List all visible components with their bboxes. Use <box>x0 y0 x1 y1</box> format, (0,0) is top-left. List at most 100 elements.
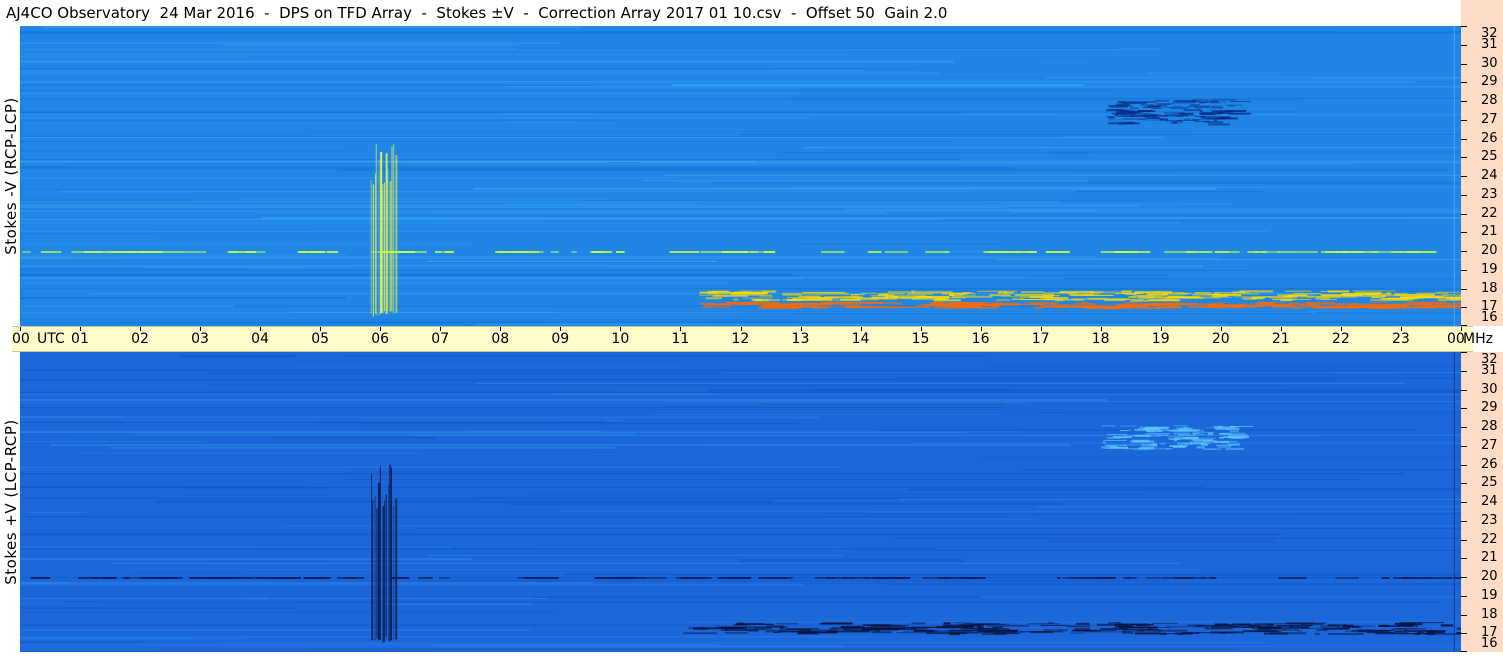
patch-segment <box>1165 106 1190 108</box>
rfi-segment <box>1062 577 1070 579</box>
freq-axis-bottom-tick-label: 27 <box>1481 437 1498 453</box>
band-segment <box>802 291 845 293</box>
rfi-segment <box>783 577 787 579</box>
texture-line <box>20 53 848 55</box>
band-segment <box>1351 630 1394 632</box>
band-segment <box>1028 623 1060 625</box>
texture-line <box>20 199 193 201</box>
utc-tick-label: 06 <box>371 331 390 347</box>
texture-line <box>20 81 1416 83</box>
band-segment <box>737 623 774 625</box>
texture-line <box>801 147 1461 149</box>
band-segment <box>1289 625 1312 627</box>
band-segment <box>1300 623 1324 625</box>
texture-line <box>20 379 1336 381</box>
band-segment <box>1112 627 1145 629</box>
utc-tick-label: 20 <box>1211 331 1230 347</box>
texture-line <box>20 319 795 321</box>
rfi-segment <box>1278 577 1307 579</box>
texture-line <box>20 205 1141 207</box>
band-segment <box>1134 291 1172 294</box>
texture-line <box>222 43 520 46</box>
texture-line <box>20 111 1297 113</box>
burst-strip <box>378 482 381 641</box>
patch-segment <box>1169 430 1173 432</box>
texture-line <box>20 98 1301 100</box>
freq-axis-bottom-tick <box>1461 633 1467 635</box>
patch-segment <box>1177 434 1197 436</box>
band-segment <box>1051 304 1070 306</box>
freq-axis-top-tick <box>1461 157 1467 159</box>
band-segment <box>1086 303 1098 306</box>
band-segment <box>1288 302 1300 304</box>
burst-strip <box>395 498 398 640</box>
texture-line <box>20 493 1145 495</box>
patch-segment <box>1137 118 1144 120</box>
patch-segment <box>1150 107 1163 109</box>
texture-line <box>1037 506 1461 508</box>
freq-axis-bottom-tick <box>1461 389 1467 391</box>
texture-line <box>209 384 1286 386</box>
band-segment <box>956 293 968 296</box>
rfi-segment <box>550 251 559 253</box>
freq-axis-top-tick <box>1461 307 1467 309</box>
texture-line <box>476 497 1164 499</box>
texture-line <box>20 136 1164 138</box>
patch-segment <box>1221 443 1227 445</box>
band-segment <box>1186 305 1228 307</box>
texture-line <box>540 219 1406 222</box>
band-segment <box>702 304 716 306</box>
band-segment <box>1414 632 1421 635</box>
band-segment <box>1257 626 1281 629</box>
texture-line <box>20 533 1282 536</box>
freq-axis-top-tick <box>1461 119 1467 121</box>
freq-axis-top-tick <box>1461 176 1467 177</box>
band-segment <box>1298 304 1305 306</box>
spectrogram-stokes-minus-v <box>20 26 1461 326</box>
patch-segment <box>1200 105 1223 107</box>
rfi-segment <box>326 251 339 253</box>
band-segment <box>875 306 917 308</box>
rfi-segment <box>40 251 62 253</box>
texture-line <box>981 596 1461 598</box>
band-segment <box>1164 297 1204 300</box>
freq-axis-bottom-tick <box>1461 445 1467 447</box>
texture-line <box>510 502 1063 505</box>
band-segment <box>807 631 838 634</box>
band-segment <box>1243 297 1257 300</box>
band-segment <box>1320 294 1363 297</box>
rfi-segment <box>749 251 775 253</box>
rfi-segment <box>721 251 747 253</box>
rfi-segment <box>514 251 544 253</box>
texture-line <box>427 260 717 263</box>
rfi-segment <box>676 577 707 579</box>
patch-segment <box>1118 122 1140 125</box>
band-segment <box>884 628 919 630</box>
utc-tick-label: 04 <box>251 331 269 347</box>
texture-line <box>268 580 574 582</box>
utc-tick-label: 01 <box>71 331 89 347</box>
bottom-margin <box>0 652 1503 672</box>
texture-line <box>20 407 1005 409</box>
band-segment <box>1177 632 1184 635</box>
rfi-segment <box>139 577 173 579</box>
band-segment <box>1236 303 1248 305</box>
band-segment <box>1047 622 1055 624</box>
patch-segment <box>1190 104 1200 107</box>
texture-line <box>20 473 1405 475</box>
texture-line <box>475 382 1406 384</box>
band-segment <box>733 291 752 294</box>
band-segment <box>1270 632 1307 635</box>
utc-tick-label: 09 <box>551 331 570 347</box>
band-segment <box>1114 624 1154 626</box>
band-segment <box>974 628 1010 631</box>
texture-line <box>20 558 472 561</box>
band-segment <box>816 297 828 299</box>
texture-line <box>980 456 1461 458</box>
texture-line <box>20 469 349 471</box>
freq-axis-bottom-tick-label: 25 <box>1481 475 1498 491</box>
rfi-segment <box>184 251 207 253</box>
texture-line <box>20 159 960 161</box>
texture-line <box>20 243 800 245</box>
band-segment <box>1159 632 1167 635</box>
